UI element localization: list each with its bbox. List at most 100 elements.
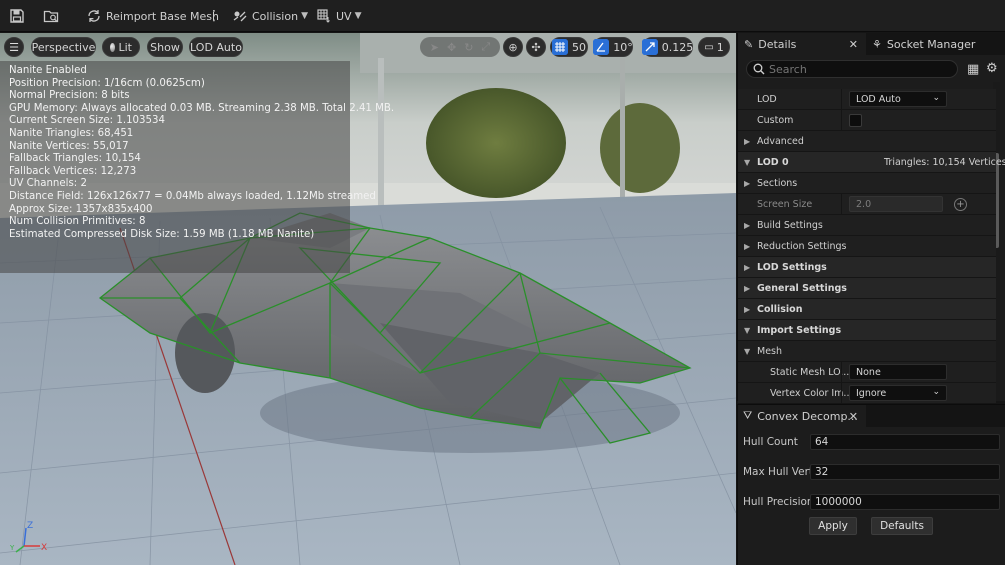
max-hull-verts-input[interactable]: 32 (810, 464, 1000, 480)
search-box[interactable] (746, 60, 958, 78)
search-input[interactable] (769, 62, 949, 76)
scale-tool-icon[interactable]: ⤢ (481, 40, 490, 54)
tab-convex-decomposition[interactable]: ⛛ Convex Decomp... ✕ (738, 405, 866, 427)
axis-gizmo: Z X Y (10, 521, 47, 553)
stat-line: Estimated Compressed Disk Size: 1.59 MB … (9, 228, 315, 240)
viewport-menu-button[interactable]: ☰ (4, 37, 24, 57)
tab-details-label: Details (758, 37, 797, 51)
prop-general-settings[interactable]: ▶ General Settings (738, 278, 996, 299)
divider (841, 194, 842, 215)
expand-arrow-icon: ▶ (744, 304, 751, 314)
globe-icon: ⊕ (508, 40, 518, 54)
expand-arrow-icon: ▶ (744, 136, 751, 146)
stat-line: Current Screen Size: 1.103534 (9, 115, 165, 127)
tab-socket-manager-label: Socket Manager (886, 37, 976, 51)
prop-custom-label: Custom (757, 114, 794, 126)
screen-size-input[interactable]: 2.0 (849, 196, 943, 212)
stat-line: Fallback Triangles: 10,154 (9, 153, 141, 165)
prop-import-settings[interactable]: ▼ Import Settings (738, 320, 996, 341)
reimport-base-mesh-button[interactable]: Reimport Base Mesh (86, 4, 219, 28)
grid-snap-button[interactable]: 50 (550, 37, 588, 57)
scale-snap-button[interactable]: 0.125 (641, 37, 693, 57)
scale-snap-icon (641, 39, 658, 55)
lod0-info: Triangles: 10,154 Vertices (884, 156, 1005, 168)
browse-asset-button[interactable] (43, 4, 59, 28)
mesh-viewport[interactable]: ☰ Perspective Lit Show LOD Auto ➤ ✥ ↻ ⤢ … (0, 33, 736, 565)
world-local-toggle[interactable]: ⊕ (503, 37, 523, 57)
show-button[interactable]: Show (147, 37, 183, 57)
stat-line: Nanite Triangles: 68,451 (9, 127, 134, 139)
close-icon[interactable]: ✕ (849, 410, 858, 423)
divider (841, 383, 842, 404)
static-mesh-lod-value: None (856, 366, 881, 378)
transform-tools: ➤ ✥ ↻ ⤢ (420, 37, 500, 57)
viewport-toolbar: ☰ Perspective Lit Show LOD Auto ➤ ✥ ↻ ⤢ … (0, 33, 736, 61)
custom-checkbox[interactable] (849, 114, 862, 127)
convex-decomposition-panel: ⛛ Convex Decomp... ✕ Hull Count 64 Max H… (737, 404, 1005, 565)
axis-x-label: X (41, 543, 47, 553)
reimport-options-button[interactable]: ⋮ (207, 4, 221, 28)
save-button[interactable] (9, 4, 25, 28)
lod-auto-button[interactable]: LOD Auto (189, 37, 243, 57)
prop-collision[interactable]: ▶ Collision (738, 299, 996, 320)
lit-mode-button[interactable]: Lit (102, 37, 140, 57)
perspective-label: Perspective (31, 40, 96, 54)
prop-collision-label: Collision (757, 303, 803, 315)
uv-menu-button[interactable]: UV ▼ (316, 4, 362, 28)
prop-mesh-label: Mesh (757, 345, 783, 357)
stat-line: GPU Memory: Always allocated 0.03 MB. St… (9, 102, 395, 114)
hull-count-input[interactable]: 64 (810, 434, 1000, 450)
search-icon (753, 63, 765, 75)
prop-build-settings[interactable]: ▶ Build Settings (738, 215, 996, 236)
rotate-tool-icon[interactable]: ↻ (464, 41, 473, 54)
move-tool-icon[interactable]: ✥ (447, 41, 456, 54)
hull-count-label: Hull Count (743, 436, 798, 448)
tab-socket-manager[interactable]: ⚘ Socket Manager (868, 33, 1005, 55)
surface-snapping-button[interactable]: ✣ (526, 37, 546, 57)
close-icon[interactable]: ✕ (849, 38, 858, 51)
prop-reduction-settings[interactable]: ▶ Reduction Settings (738, 236, 996, 257)
chevron-down-icon: ▼ (354, 11, 362, 21)
defaults-button[interactable]: Defaults (871, 517, 933, 535)
surface-snap-icon: ✣ (531, 40, 541, 54)
lit-sphere-icon (110, 42, 115, 52)
divider (841, 110, 842, 131)
perspective-button[interactable]: Perspective (31, 37, 96, 57)
camera-speed-button[interactable]: ▭ 1 (698, 37, 730, 57)
stat-line: Position Precision: 1/16cm (0.0625cm) (9, 77, 205, 89)
rotation-snap-button[interactable]: 10° (593, 37, 633, 57)
convex-icon: ⛛ (743, 409, 753, 422)
hull-precision-input[interactable]: 1000000 (810, 494, 1000, 510)
grid-snap-icon (552, 39, 568, 55)
prop-static-mesh-lod-label: Static Mesh LO... (770, 366, 850, 378)
divider (841, 89, 842, 110)
prop-lod-label: LOD (757, 93, 777, 105)
mesh-stats-overlay: Nanite Enabled Position Precision: 1/16c… (0, 61, 395, 273)
select-tool-icon[interactable]: ➤ (430, 41, 439, 54)
chevron-down-icon: ⌄ (932, 93, 940, 103)
stat-line: Num Collision Primitives: 8 (9, 216, 146, 228)
chevron-down-icon: ⌄ (932, 387, 940, 397)
collision-menu-button[interactable]: Collision ▼ (232, 4, 308, 28)
gear-icon[interactable]: ⚙ (986, 61, 998, 76)
static-mesh-lod-select[interactable]: None (849, 364, 947, 380)
prop-lod-settings-label: LOD Settings (757, 261, 827, 273)
prop-advanced[interactable]: ▶ Advanced (738, 131, 996, 152)
uv-label: UV (336, 9, 352, 23)
collapse-arrow-icon: ▼ (744, 325, 751, 335)
tab-details[interactable]: ✎ Details ✕ (738, 33, 866, 55)
lod-select[interactable]: LOD Auto ⌄ (849, 91, 947, 107)
prop-sections[interactable]: ▶ Sections (738, 173, 996, 194)
apply-button[interactable]: Apply (809, 517, 857, 535)
prop-lod-settings[interactable]: ▶ LOD Settings (738, 257, 996, 278)
add-icon[interactable]: + (954, 198, 967, 211)
table-view-icon[interactable]: ▦ (967, 62, 979, 77)
stat-line: Approx Size: 1357x835x400 (9, 203, 153, 215)
hull-precision-label: Hull Precision (743, 496, 814, 508)
lod-select-value: LOD Auto (856, 93, 901, 105)
vertex-color-select[interactable]: Ignore ⌄ (849, 385, 947, 401)
prop-general-settings-label: General Settings (757, 282, 847, 294)
prop-lod0[interactable]: ▼ LOD 0 Triangles: 10,154 Vertices (738, 152, 1005, 173)
prop-advanced-label: Advanced (757, 135, 804, 147)
prop-mesh[interactable]: ▼ Mesh (738, 341, 996, 362)
